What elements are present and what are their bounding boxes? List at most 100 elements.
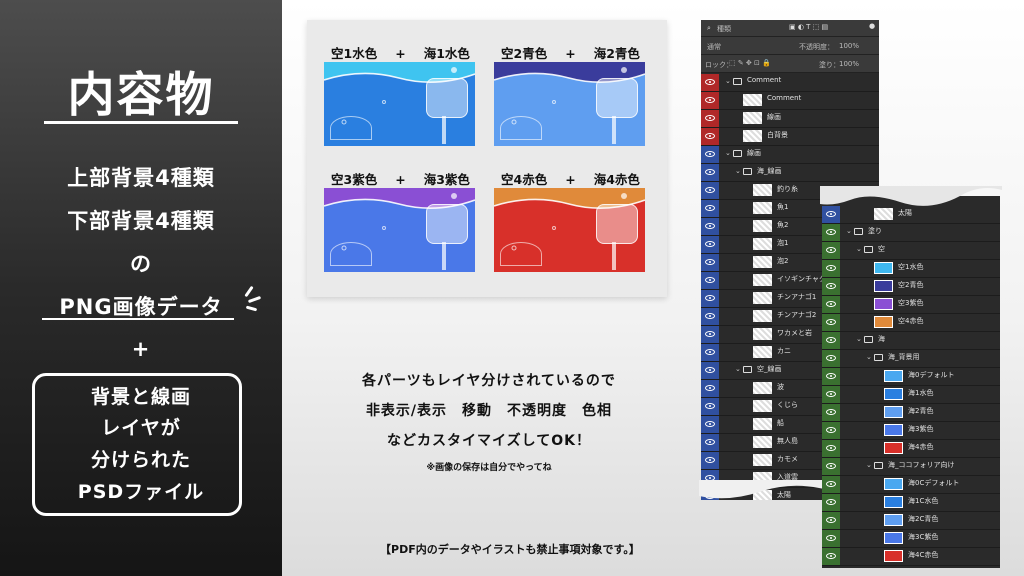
expand-chevron-icon[interactable]: ⌄: [856, 335, 862, 343]
filter-toggle[interactable]: ●: [869, 22, 875, 30]
layer-row[interactable]: 海0Cデフォルト: [822, 476, 1000, 494]
fill-label: 塗り：: [819, 61, 840, 69]
expand-chevron-icon[interactable]: ⌄: [866, 353, 872, 361]
description-line-1: 各パーツもレイヤ分けされているので: [362, 373, 616, 389]
visibility-eye-icon[interactable]: [822, 494, 840, 511]
layer-row[interactable]: Comment: [701, 92, 879, 110]
layer-row[interactable]: 海1C水色: [822, 494, 1000, 512]
visibility-eye-icon[interactable]: [701, 434, 719, 451]
fill-value[interactable]: 100%: [839, 60, 859, 68]
blend-mode-select[interactable]: 通常: [707, 42, 721, 52]
visibility-eye-icon[interactable]: [822, 278, 840, 295]
visibility-eye-icon[interactable]: [822, 458, 840, 475]
visibility-eye-icon[interactable]: [822, 224, 840, 241]
layer-row[interactable]: 海2青色: [822, 404, 1000, 422]
visibility-eye-icon[interactable]: [701, 218, 719, 235]
description-line-3: などカスタイマイズしてOK！: [387, 433, 591, 449]
layer-group-row[interactable]: ⌄ 海_線画: [701, 164, 879, 182]
layer-row[interactable]: 海3紫色: [822, 422, 1000, 440]
layer-row[interactable]: 海3C紫色: [822, 530, 1000, 548]
visibility-eye-icon[interactable]: [822, 404, 840, 421]
visibility-eye-icon[interactable]: [822, 548, 840, 565]
visibility-eye-icon[interactable]: [822, 296, 840, 313]
layer-group-row[interactable]: ⌄ Comment: [701, 74, 879, 92]
contents-line-1: 上部背景4種類: [67, 166, 215, 190]
visibility-eye-icon[interactable]: [701, 344, 719, 361]
opacity-value[interactable]: 100%: [839, 42, 859, 50]
visibility-eye-icon[interactable]: [822, 260, 840, 277]
visibility-eye-icon[interactable]: [701, 74, 719, 91]
layer-row[interactable]: 海4赤色: [822, 440, 1000, 458]
psd-line-4: PSDファイル: [77, 481, 205, 503]
visibility-eye-icon[interactable]: [701, 254, 719, 271]
expand-chevron-icon[interactable]: ⌄: [725, 77, 731, 85]
visibility-eye-icon[interactable]: [822, 368, 840, 385]
layer-name: Comment: [747, 76, 782, 84]
layer-group-row[interactable]: ⌄ 海_背景用: [822, 350, 1000, 368]
layer-row[interactable]: 白背景: [701, 128, 879, 146]
layer-group-row[interactable]: ⌄ 空: [822, 242, 1000, 260]
visibility-eye-icon[interactable]: [701, 308, 719, 325]
layer-name: 船: [777, 419, 784, 427]
visibility-eye-icon[interactable]: [701, 398, 719, 415]
layer-row[interactable]: 海2C青色: [822, 512, 1000, 530]
visibility-eye-icon[interactable]: [822, 386, 840, 403]
kind-filter[interactable]: 種類: [717, 24, 731, 34]
layer-name: Comment: [767, 94, 802, 102]
layer-name: イソギンチャク: [777, 275, 826, 283]
layer-row[interactable]: 空2青色: [822, 278, 1000, 296]
layer-row[interactable]: 海1水色: [822, 386, 1000, 404]
layer-group-row[interactable]: ⌄ 塗り: [822, 224, 1000, 242]
layer-group-row[interactable]: ⌄ 海: [822, 332, 1000, 350]
visibility-eye-icon[interactable]: [822, 512, 840, 529]
layer-row[interactable]: 海0デフォルト: [822, 368, 1000, 386]
visibility-eye-icon[interactable]: [701, 236, 719, 253]
layer-thumbnail: [753, 418, 772, 430]
visibility-eye-icon[interactable]: [701, 362, 719, 379]
visibility-eye-icon[interactable]: [822, 530, 840, 547]
visibility-eye-icon[interactable]: [822, 440, 840, 457]
lock-icons[interactable]: ⬚ ✎ ✥ ⊡ 🔒: [729, 59, 771, 67]
folder-icon: [864, 336, 873, 343]
layer-name: 空1水色: [898, 263, 924, 271]
layer-row[interactable]: 空3紫色: [822, 296, 1000, 314]
visibility-eye-icon[interactable]: [822, 476, 840, 493]
visibility-eye-icon[interactable]: [701, 290, 719, 307]
visibility-eye-icon[interactable]: [701, 164, 719, 181]
layer-name: 空_線画: [757, 365, 782, 373]
layer-name: 海4赤色: [908, 443, 934, 451]
expand-chevron-icon[interactable]: ⌄: [846, 227, 852, 235]
visibility-eye-icon[interactable]: [822, 314, 840, 331]
visibility-eye-icon[interactable]: [701, 416, 719, 433]
visibility-eye-icon[interactable]: [701, 200, 719, 217]
visibility-eye-icon[interactable]: [701, 380, 719, 397]
layer-row[interactable]: 空1水色: [822, 260, 1000, 278]
expand-chevron-icon[interactable]: ⌄: [735, 167, 741, 175]
contents-line-2: 下部背景4種類: [67, 209, 215, 233]
visibility-eye-icon[interactable]: [822, 422, 840, 439]
filter-icons[interactable]: ▣ ◐ T ⬚ ▤: [789, 23, 828, 31]
visibility-eye-icon[interactable]: [701, 452, 719, 469]
layer-group-row[interactable]: ⌄ 線画: [701, 146, 879, 164]
visibility-eye-icon[interactable]: [701, 182, 719, 199]
layer-row[interactable]: 空4赤色: [822, 314, 1000, 332]
visibility-eye-icon[interactable]: [701, 92, 719, 109]
visibility-eye-icon[interactable]: [701, 110, 719, 127]
expand-chevron-icon[interactable]: ⌄: [725, 149, 731, 157]
visibility-eye-icon[interactable]: [822, 242, 840, 259]
layer-row[interactable]: 線画: [701, 110, 879, 128]
visibility-eye-icon[interactable]: [701, 146, 719, 163]
expand-chevron-icon[interactable]: ⌄: [866, 461, 872, 469]
visibility-eye-icon[interactable]: [701, 128, 719, 145]
visibility-eye-icon[interactable]: [701, 326, 719, 343]
expand-chevron-icon[interactable]: ⌄: [856, 245, 862, 253]
visibility-eye-icon[interactable]: [822, 350, 840, 367]
layer-group-row[interactable]: ⌄ 海_ココフォリア向け: [822, 458, 1000, 476]
search-icon[interactable]: ⌕: [707, 24, 711, 33]
visibility-eye-icon[interactable]: [822, 332, 840, 349]
expand-chevron-icon[interactable]: ⌄: [735, 365, 741, 373]
preview-caption: 空4赤色 + 海4赤色: [501, 169, 640, 188]
background-preview: [494, 62, 645, 146]
visibility-eye-icon[interactable]: [701, 272, 719, 289]
layer-row[interactable]: 海4C赤色: [822, 548, 1000, 566]
